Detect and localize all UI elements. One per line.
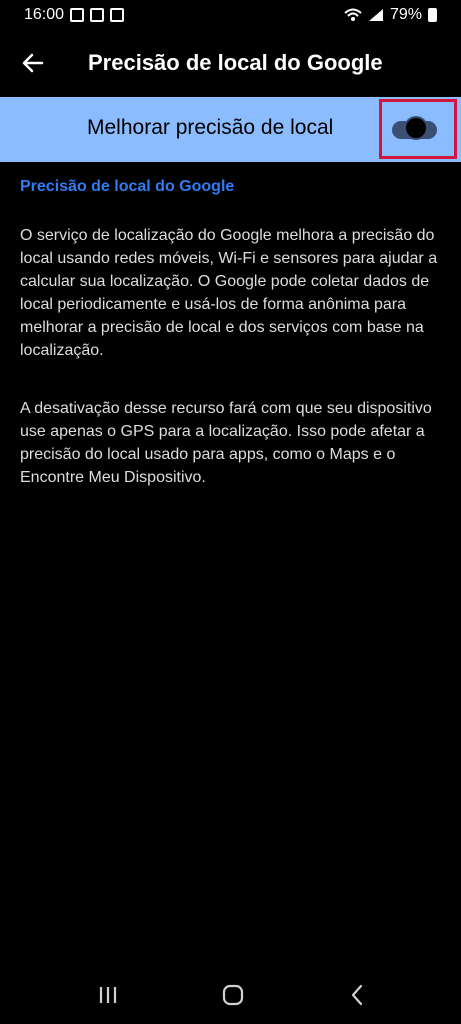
signal-icon <box>368 9 383 21</box>
home-button[interactable] <box>217 979 249 1011</box>
home-icon <box>222 984 243 1006</box>
back-nav-button[interactable] <box>341 979 373 1011</box>
app-header: Precisão de local do Google <box>0 34 461 92</box>
page-title: Precisão de local do Google <box>88 50 383 75</box>
status-right: 79% <box>344 6 437 24</box>
toggle-knob <box>404 116 428 140</box>
status-left: 16:00 <box>24 6 125 24</box>
time: 16:00 <box>24 6 65 23</box>
square-icon <box>110 8 125 22</box>
message-icon <box>90 8 105 22</box>
recent-apps-icon <box>99 987 117 1003</box>
wifi-icon <box>344 8 362 21</box>
system-navigation-bar <box>0 966 461 1024</box>
location-accuracy-toggle[interactable] <box>379 99 457 159</box>
back-icon <box>351 984 363 1006</box>
back-button[interactable] <box>6 34 60 92</box>
battery-percent: 79% <box>389 6 422 23</box>
setting-label: Melhorar precisão de local <box>87 116 334 139</box>
battery-icon <box>428 8 437 22</box>
description-paragraph-2: A desativação desse recurso fará com que… <box>20 400 432 486</box>
section-title: Precisão de local do Google <box>20 178 235 195</box>
arrow-left-icon <box>22 53 44 73</box>
recent-apps-button[interactable] <box>92 979 124 1011</box>
status-bar: 16:00 79% <box>0 0 461 30</box>
description-paragraph-1: O serviço de localização do Google melho… <box>20 227 438 359</box>
photo-icon <box>70 8 85 22</box>
